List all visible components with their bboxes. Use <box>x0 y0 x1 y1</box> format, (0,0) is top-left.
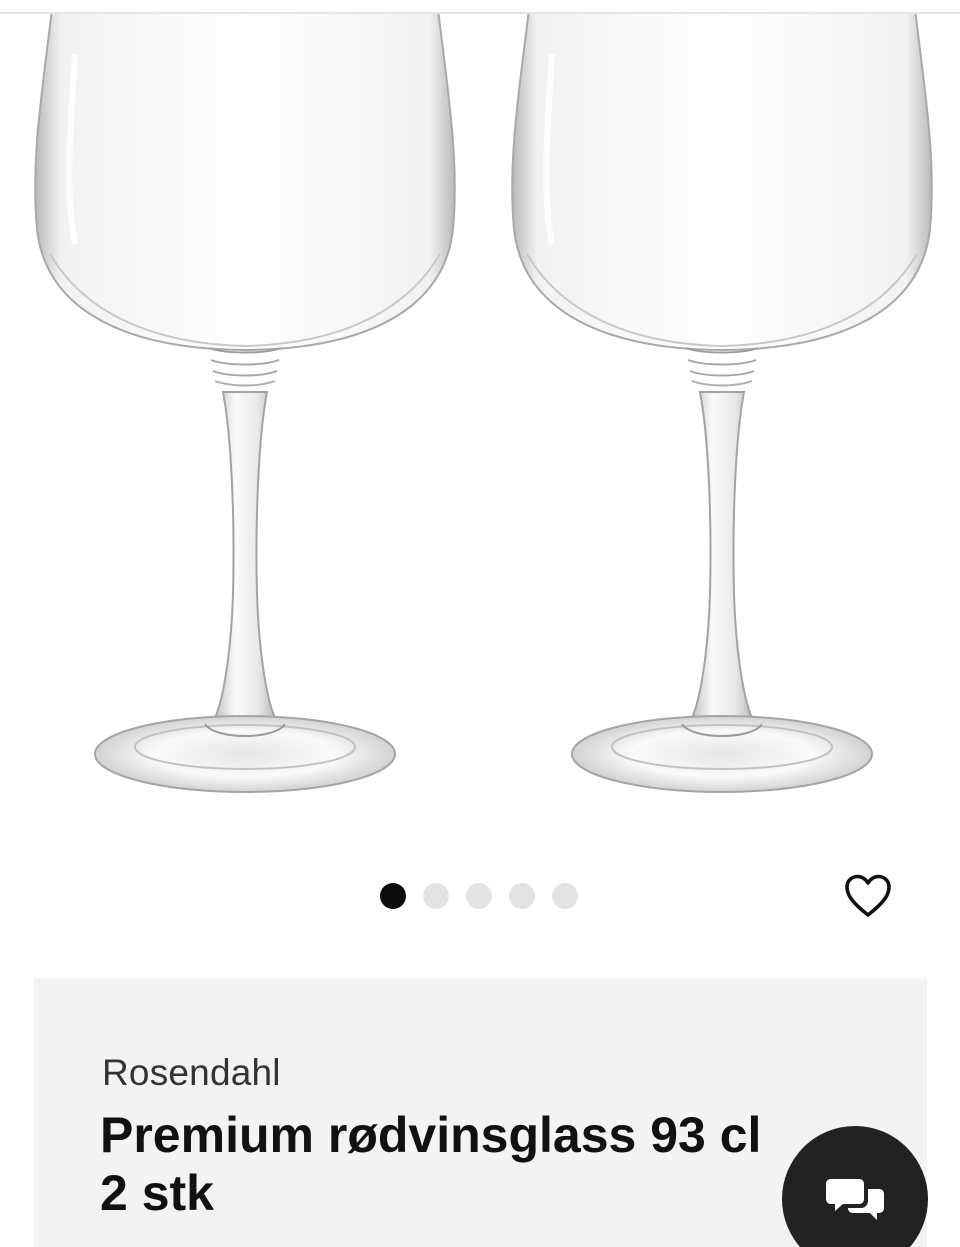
product-brand[interactable]: Rosendahl <box>102 1052 281 1094</box>
gallery-pagination <box>380 882 578 910</box>
pagination-dot-4[interactable] <box>509 883 535 909</box>
heart-outline-icon <box>845 874 891 917</box>
wine-glass-left <box>35 14 455 792</box>
wishlist-button[interactable] <box>840 868 896 924</box>
product-page: Rosendahl Premium rødvinsglass 93 cl 2 s… <box>0 0 960 1247</box>
product-title: Premium rødvinsglass 93 cl 2 stk <box>100 1107 762 1221</box>
chat-bubbles-icon <box>826 1179 884 1220</box>
wine-glass-right <box>512 14 932 792</box>
pagination-dot-1[interactable] <box>380 883 406 909</box>
product-image-gallery[interactable] <box>0 14 960 854</box>
pagination-dot-5[interactable] <box>552 883 578 909</box>
pagination-dot-3[interactable] <box>466 883 492 909</box>
product-image <box>0 14 960 854</box>
pagination-dot-2[interactable] <box>423 883 449 909</box>
